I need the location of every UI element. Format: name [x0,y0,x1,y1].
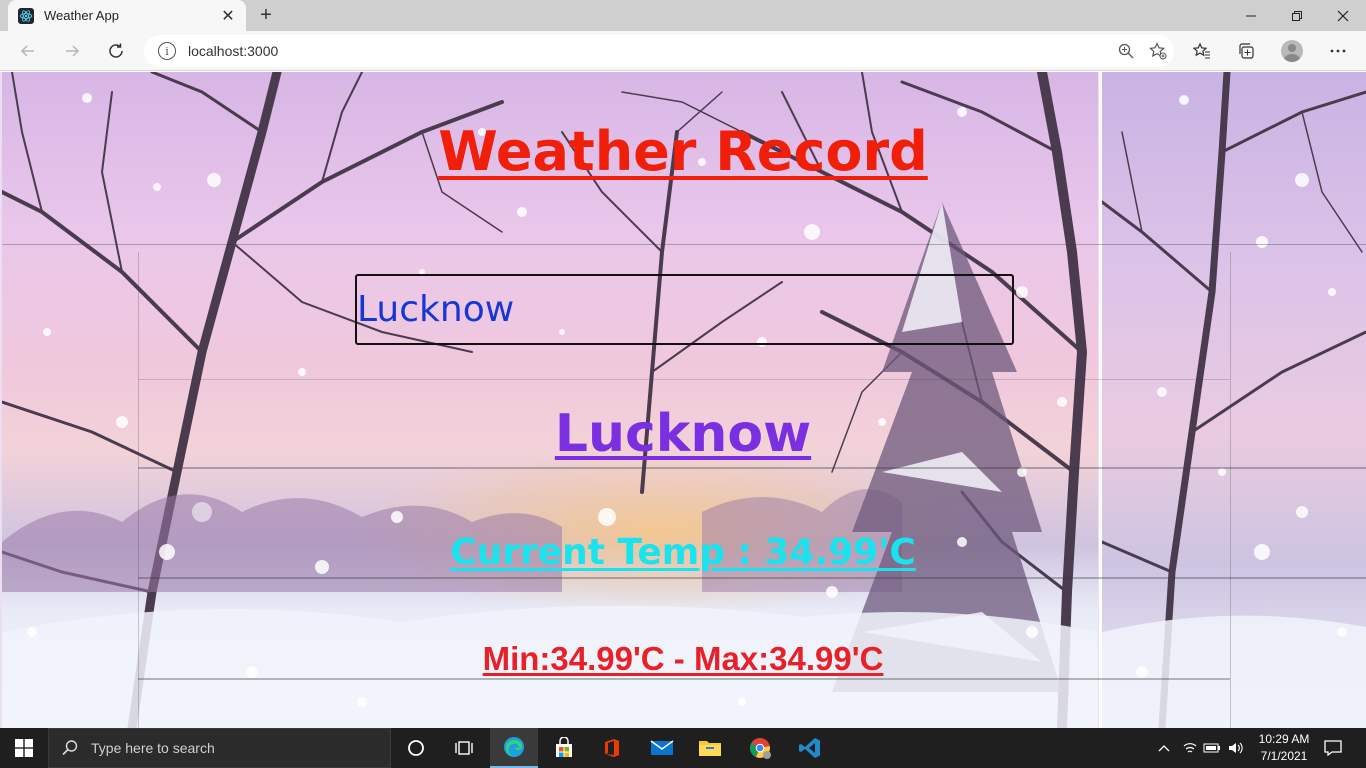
page-title: Weather Record [438,120,928,183]
restore-icon[interactable] [1274,0,1320,31]
minimize-icon[interactable] [1228,0,1274,31]
microsoft-store-icon[interactable] [540,728,588,768]
site-info-icon[interactable]: i [158,42,176,60]
avatar-icon [1281,40,1303,62]
search-icon [62,740,78,756]
address-url[interactable]: localhost:3000 [188,43,1110,59]
close-tab-icon[interactable]: ✕ [220,6,236,26]
browser-tab-bar: Weather App ✕ + [0,0,1366,31]
network-icon[interactable] [1180,728,1200,768]
file-explorer-icon[interactable] [686,728,734,768]
new-tab-icon[interactable]: + [256,4,276,26]
city-search-input[interactable] [355,274,1014,345]
vscode-icon[interactable] [786,728,834,768]
task-view-icon[interactable] [440,728,488,768]
taskbar-clock[interactable]: 10:29 AM 7/1/2021 [1254,731,1314,765]
more-menu-icon[interactable] [1324,37,1352,65]
section-line [138,577,1366,579]
collections-icon[interactable] [1232,37,1260,65]
react-icon [18,7,34,24]
windows-start-icon[interactable] [0,728,48,768]
city-name: Lucknow [554,404,812,464]
browser-toolbar: i localhost:3000 [0,31,1366,71]
zoom-icon[interactable] [1110,35,1142,67]
clock-time: 10:29 AM [1258,732,1310,746]
back-icon[interactable] [14,37,42,65]
section-line [138,467,1366,469]
min-max-temperature: Min:34.99'C - Max:34.99'C [482,640,884,677]
section-line [138,678,1230,680]
refresh-icon[interactable] [102,37,130,65]
edge-browser-icon[interactable] [490,728,538,768]
mail-icon[interactable] [638,728,686,768]
notifications-icon[interactable] [1318,728,1348,768]
forward-icon[interactable] [58,37,86,65]
show-hidden-icons-icon[interactable] [1154,728,1174,768]
current-temperature: Current Temp : 34.99'C [450,532,916,573]
address-bar[interactable]: i localhost:3000 [144,35,1174,67]
profile-avatar[interactable] [1278,37,1306,65]
volume-icon[interactable] [1226,728,1246,768]
taskbar-search-box[interactable]: Type here to search [48,728,391,768]
cortana-icon[interactable] [392,728,440,768]
clock-date: 7/1/2021 [1260,749,1308,763]
section-line [2,244,1366,245]
add-favorite-icon[interactable] [1142,35,1174,67]
browser-tab[interactable]: Weather App ✕ [8,0,246,31]
section-line [138,379,1230,380]
taskbar-search-placeholder: Type here to search [91,740,215,756]
tab-title: Weather App [44,8,119,23]
windows-taskbar: Type here to search 10:29 AM 7/1/2021 [0,728,1366,768]
battery-icon[interactable] [1202,728,1222,768]
office-icon[interactable] [588,728,636,768]
chrome-icon[interactable] [736,728,784,768]
close-window-icon[interactable] [1320,0,1366,31]
favorites-icon[interactable] [1188,37,1216,65]
